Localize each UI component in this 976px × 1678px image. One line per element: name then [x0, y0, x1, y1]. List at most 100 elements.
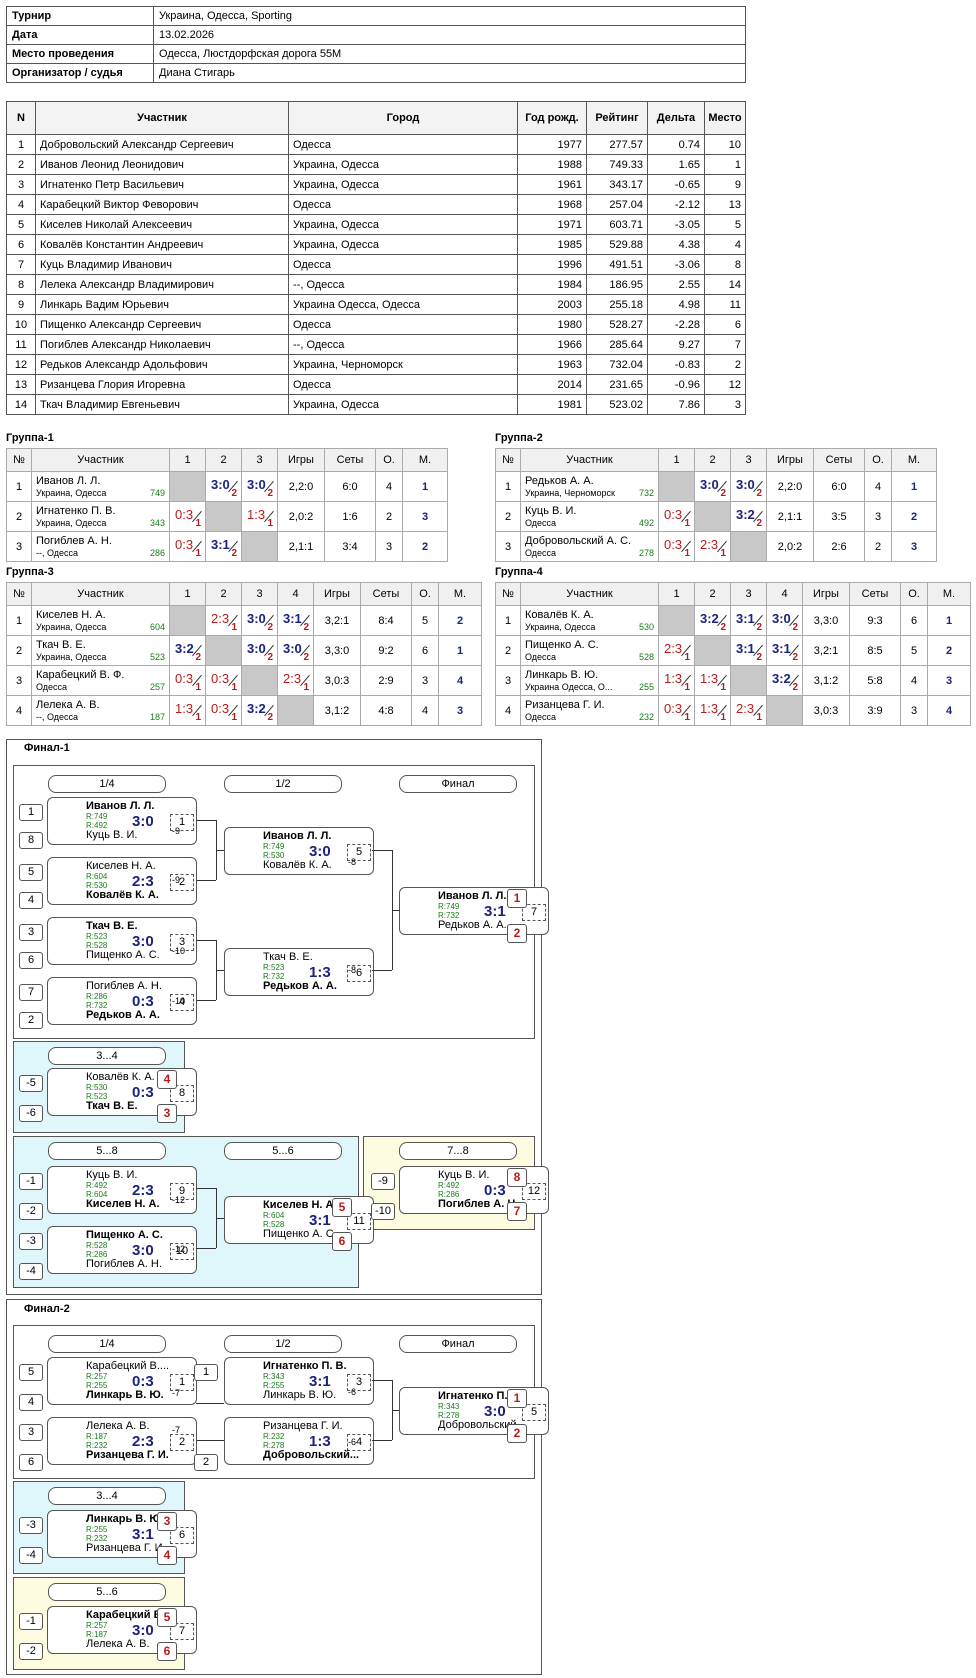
group-score: 2:3 — [283, 671, 302, 686]
bracket-match[interactable]: Иванов Л. Л. R:749 R:530 3:0 5 Ковалёв К. А. — [224, 827, 374, 875]
group-row: 1 Ковалёв К. А. Украина, Одесса 530 3:2 2 3:1 2… — [495, 605, 971, 636]
participant-cell: 0.74 — [647, 134, 705, 155]
group-player-city: Украина Одесса, О... — [525, 681, 613, 692]
group-match-points: 1 — [195, 548, 201, 559]
group-place: 1 — [891, 471, 937, 502]
participant-cell: 1961 — [517, 174, 587, 195]
group-col-place: М. — [927, 582, 971, 606]
group-score-cell: 3:1 2 — [730, 635, 767, 666]
participant-cell: 3 — [6, 174, 36, 195]
participant-cell: 257.04 — [586, 194, 648, 215]
match-player-a: Иванов Л. Л. — [263, 830, 332, 842]
seed-box: 2 — [194, 1454, 218, 1471]
group-score: 3:1 — [283, 611, 302, 626]
group-row-n: 3 — [495, 531, 521, 562]
participant-cell: Украина, Черноморск — [288, 354, 518, 375]
bracket-match[interactable]: Куць В. И. R:492 R:604 2:3 9 Киселев Н. А. — [47, 1166, 197, 1214]
group-games: 2,0:2 — [277, 501, 325, 532]
group-col-games: Игры — [277, 448, 325, 472]
participant-cell: Украина, Одесса — [288, 394, 518, 415]
group-col-points: О. — [864, 448, 892, 472]
group-1-title: Группа-1 — [6, 432, 54, 444]
group-player-city: Одесса — [36, 681, 68, 692]
participant-cell: Украина, Одесса — [288, 214, 518, 235]
bracket-match[interactable]: Ткач В. Е. R:523 R:528 3:0 3 Пищенко А. С. — [47, 917, 197, 965]
group-score: 3:0 — [283, 641, 302, 656]
participant-cell: 6 — [6, 234, 36, 255]
group-player-name: Куць В. И. — [525, 504, 577, 517]
group-score-cell: 2:3 1 — [658, 635, 695, 666]
round-label: 1/4 — [48, 775, 166, 793]
participant-cell: 749.33 — [586, 154, 648, 175]
round-label: 7...8 — [399, 1142, 517, 1160]
group-3-title: Группа-3 — [6, 566, 54, 578]
loser-ref: -7 — [172, 1388, 181, 1398]
group-col-opponent: 2 — [694, 448, 731, 472]
info-value: Украина, Одесса, Sporting — [153, 6, 746, 26]
participant-cell: 285.64 — [586, 334, 648, 355]
group-4-table: № Участник 1 2 3 4 Игры Сеты О. М. 1 Ковалёв К. А. У… — [495, 582, 971, 726]
seed-box: 6 — [19, 1454, 43, 1471]
group-score-cell: 3:2 2 — [169, 635, 206, 666]
info-value: 13.02.2026 — [153, 25, 746, 45]
match-player-b: Ковалёв К. А. — [86, 889, 159, 901]
group-col-opponent: 1 — [658, 582, 695, 606]
bracket-match[interactable]: Иванов Л. Л. R:749 R:492 3:0 1 Куць В. И. — [47, 797, 197, 845]
bracket-line — [372, 1380, 392, 1381]
bracket-match[interactable]: Игнатенко П. В. R:343 R:255 3:1 3 Линкарь В. … — [224, 1357, 374, 1405]
bracket-line — [196, 880, 216, 881]
col-header-rating: Рейтинг — [586, 101, 648, 135]
group-player-rating: 257 — [149, 681, 165, 692]
group-player-name: Ковалёв К. А. — [525, 608, 594, 621]
seed-box: 1 — [194, 1364, 218, 1381]
group-2-table: № Участник 1 2 3 Игры Сеты О. М. 1 Редьков А. А. Ук… — [495, 448, 937, 562]
bracket-line — [372, 970, 392, 971]
group-score: 3:0 — [736, 477, 755, 492]
loser-ref: -8 — [348, 857, 357, 867]
participant-cell: 7 — [704, 334, 746, 355]
col-header-city: Город — [288, 101, 518, 135]
match-rating-a: R:749 — [438, 902, 460, 911]
participant-row: 7 Куць Владимир Иванович Одесса 1996 491.51-… — [6, 254, 746, 275]
match-rating-a: R:604 — [86, 872, 108, 881]
match-score: 1:3 — [309, 1433, 331, 1450]
match-player-b: Редьков А. А. — [263, 980, 337, 992]
group-match-points: 1 — [267, 518, 273, 529]
participant-cell: Украина, Одесса — [288, 154, 518, 175]
match-player-a: Ткач В. Е. — [263, 951, 313, 963]
group-score-cell: 0:3 1 — [169, 501, 206, 532]
group-header-row: № Участник 1 2 3 Игры Сеты О. М. — [495, 448, 937, 472]
group-col-place: М. — [402, 448, 448, 472]
group-player: Куць В. И. Одесса 492 — [520, 501, 659, 532]
group-score: 3:1 — [211, 537, 230, 552]
group-points: 3 — [411, 665, 439, 696]
group-self-cell — [694, 635, 731, 666]
group-match-points: 2 — [720, 622, 726, 633]
group-points: 4 — [411, 695, 439, 726]
group-self-cell — [241, 665, 278, 696]
group-games: 3,3:0 — [802, 605, 850, 636]
group-player-name: Редьков А. А. — [525, 474, 594, 487]
group-match-points: 1 — [684, 652, 690, 663]
match-score: 3:0 — [132, 1242, 154, 1259]
group-col-opponent: 3 — [241, 448, 278, 472]
group-points: 4 — [900, 665, 928, 696]
match-score: 3:1 — [309, 1212, 331, 1229]
group-row-n: 4 — [6, 695, 32, 726]
loser-ref: -6 — [348, 1387, 357, 1397]
group-score-cell: 0:3 1 — [658, 501, 695, 532]
match-score: 3:0 — [132, 933, 154, 950]
place-badge: 6 — [157, 1642, 177, 1661]
seed-box: 3 — [19, 1424, 43, 1441]
group-player-rating: 604 — [149, 621, 165, 632]
group-player: Добровольский А. С. Одесса 278 — [520, 531, 659, 562]
match-rating-a: R:343 — [438, 1402, 460, 1411]
participant-row: 5 Киселев Николай Алексеевич Украина, Одес… — [6, 214, 746, 235]
match-player-a: Киселев Н. А. — [263, 1199, 337, 1211]
group-col-games: Игры — [802, 582, 850, 606]
loser-ref: -6 — [348, 1437, 357, 1447]
info-row: Организатор / судья Диана Стигарь — [6, 63, 746, 83]
match-player-a: Ризанцева Г. И. — [263, 1420, 343, 1432]
group-games: 3,3:0 — [313, 635, 361, 666]
match-rating-a: R:257 — [86, 1621, 108, 1630]
